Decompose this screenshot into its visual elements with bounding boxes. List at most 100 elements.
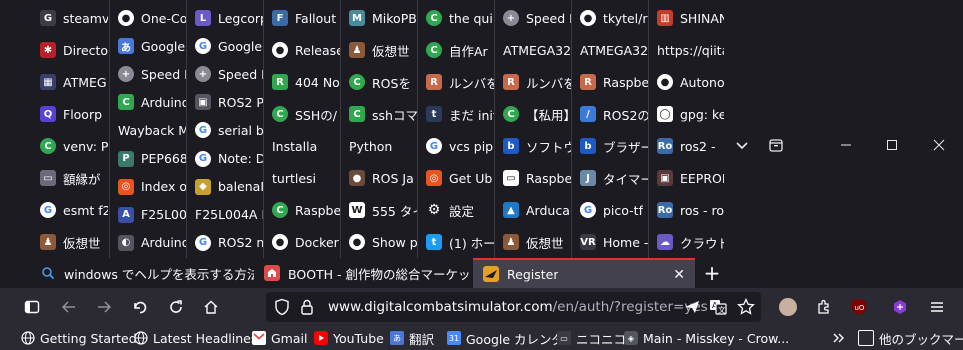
bookmark-item[interactable]: ♟ 仮想世: [503, 227, 571, 257]
bookmark-niconico[interactable]: ▭ ニコニコ: [557, 328, 626, 348]
address-bar[interactable]: www.digitalcombatsimulator.com/en/auth/?…: [266, 292, 761, 322]
bookmark-item[interactable]: C 【私用】: [503, 99, 571, 129]
new-tab-button[interactable]: +: [698, 260, 726, 286]
bookmark-item[interactable]: F25L004A P: [195, 200, 263, 230]
bookmark-item[interactable]: ♟ 仮想世: [349, 35, 417, 65]
bookmark-item[interactable]: t まだ init: [426, 99, 494, 129]
bookmark-youtube[interactable]: YouTube: [314, 328, 384, 348]
bookmark-item[interactable]: + Speed D: [195, 59, 263, 89]
bookmark-item[interactable]: ▭ 額縁が: [40, 163, 108, 193]
bookmark-item[interactable]: b ソフトウ: [503, 131, 571, 161]
bookmark-item[interactable]: G Note: D: [195, 144, 263, 174]
sidebar-toggle-icon[interactable]: [18, 294, 46, 320]
tab-windows-help[interactable]: windows でヘルプを表示する方法 - Ч: [30, 258, 254, 288]
bookmark-item[interactable]: ● Autono: [657, 67, 724, 97]
bookmark-item[interactable]: R 404 No: [272, 67, 340, 97]
bookmark-item[interactable]: VR Home -: [580, 227, 648, 257]
bookmark-item[interactable]: W 555 タイ: [349, 195, 417, 225]
bookmark-item[interactable]: Wayback M: [118, 115, 186, 145]
bookmark-item[interactable]: R ルンバを: [426, 67, 494, 97]
minimize-button[interactable]: [826, 128, 866, 162]
account-avatar[interactable]: [774, 294, 802, 320]
bookmark-item[interactable]: C ROSを: [349, 67, 417, 97]
bookmark-item[interactable]: b ブラザー: [580, 131, 648, 161]
bookmark-item[interactable]: ◎ Index o: [118, 172, 186, 202]
bookmark-item[interactable]: ▥ SHINAN: [657, 3, 724, 33]
bookmark-item[interactable]: ▭ Raspbe: [503, 163, 571, 193]
close-window-button[interactable]: [919, 128, 959, 162]
bookmark-item[interactable]: ● tkytel/r: [580, 3, 648, 33]
bookmark-item[interactable]: ● ROS Ja: [349, 163, 417, 193]
bookmark-item[interactable]: + Speed D: [118, 59, 186, 89]
bookmark-item[interactable]: ⚙ 設定: [426, 195, 494, 225]
bookmark-item[interactable]: M MikoPB: [349, 3, 417, 33]
bookmark-item[interactable]: ▦ ATMEG: [40, 67, 108, 97]
bookmarks-overflow-chevron-icon[interactable]: [832, 328, 846, 348]
bookmark-latest-headlines[interactable]: Latest Headlines: [134, 328, 257, 348]
bookmark-item[interactable]: ● One-Co: [118, 3, 186, 33]
forward-icon[interactable]: [90, 294, 118, 320]
bookmark-item[interactable]: / ROS2の: [580, 99, 648, 129]
bookmark-item[interactable]: t (1) ホー: [426, 227, 494, 257]
bookmark-item[interactable]: J タイマー: [580, 163, 648, 193]
bookmark-item[interactable]: Cvenv: P: [40, 131, 108, 161]
bookmark-item[interactable]: ◐ Arduino: [118, 228, 186, 258]
bookmark-item[interactable]: R ルンバを: [503, 67, 571, 97]
bookmark-item[interactable]: ◯ gpg: ke: [657, 99, 724, 129]
tab-register[interactable]: Register ✕: [473, 258, 695, 288]
bookmark-translate[interactable]: あ 翻訳: [390, 328, 434, 348]
bookmark-item[interactable]: F Fallout: [272, 3, 340, 33]
bookmark-item[interactable]: ◎ Get Ub: [426, 163, 494, 193]
bookmark-item[interactable]: ATMEGA32: [580, 35, 648, 65]
reload-icon[interactable]: [162, 294, 190, 320]
ublock-icon[interactable]: uO: [845, 294, 873, 320]
bookmark-item[interactable]: ● Show p: [349, 227, 417, 257]
bookmark-item[interactable]: Cthe qui: [426, 3, 494, 33]
bookmark-item[interactable]: Ro ros2 -: [657, 131, 724, 161]
bookmark-item[interactable]: Python: [349, 131, 417, 161]
send-icon[interactable]: [683, 298, 701, 320]
bookmark-item[interactable]: あ Google: [118, 31, 186, 61]
bookmark-misskey[interactable]: ◈ Main - Misskey - Crow...: [624, 328, 789, 348]
bookmark-item[interactable]: Gvcs pip: [426, 131, 494, 161]
bookmark-item[interactable]: Ro ros - ro: [657, 195, 724, 225]
bookmark-item[interactable]: C Raspbe: [272, 195, 340, 225]
bookmark-item[interactable]: G ROS2 n: [195, 228, 263, 258]
bookmark-item[interactable]: ▣ EEPROI: [657, 163, 724, 193]
bookmark-item[interactable]: Csshコマ: [349, 99, 417, 129]
app-menu-icon[interactable]: [923, 294, 951, 320]
bookmark-item[interactable]: ▣ ROS2 P: [195, 87, 263, 117]
tab-booth[interactable]: BOOTH - 創作物の総合マーケット: [254, 258, 472, 288]
bookmark-item[interactable]: Gsteamv: [40, 3, 108, 33]
bookmark-item[interactable]: Gpico-tf: [580, 195, 648, 225]
bookmark-item[interactable]: ● Release: [272, 35, 340, 65]
bookmark-item[interactable]: G Google: [195, 31, 263, 61]
undo-close-tab-icon[interactable]: [126, 294, 154, 320]
bookmark-item[interactable]: C Arduino: [118, 87, 186, 117]
bookmark-item[interactable]: Installa: [272, 131, 340, 161]
bookmark-item[interactable]: ATMEGA32: [503, 35, 571, 65]
back-icon[interactable]: [55, 294, 83, 320]
bookmark-getting-started[interactable]: Getting Started: [21, 328, 137, 348]
bookmark-google-calendar[interactable]: 31 Google カレンダ: [447, 328, 564, 348]
extension-hex-icon[interactable]: [886, 294, 914, 320]
shield-icon[interactable]: [274, 298, 290, 320]
extensions-icon[interactable]: [810, 294, 838, 320]
url-text[interactable]: www.digitalcombatsimulator.com/en/auth/?…: [328, 299, 708, 315]
bookmark-item[interactable]: A F25L00: [118, 200, 186, 230]
bookmark-item[interactable]: Q Floorp: [40, 99, 108, 129]
bookmark-item[interactable]: ✱ Directo: [40, 35, 108, 65]
close-tab-icon[interactable]: ✕: [673, 267, 685, 283]
bookmark-star-icon[interactable]: [737, 297, 755, 320]
firefox-view-icon[interactable]: [756, 128, 796, 162]
bookmark-item[interactable]: L Legcorp: [195, 3, 263, 33]
home-icon[interactable]: [197, 294, 225, 320]
bookmark-item[interactable]: https://qiita.: [657, 35, 724, 65]
bookmark-item[interactable]: ♟ 仮想世: [40, 227, 108, 257]
lock-icon[interactable]: [300, 298, 314, 320]
bookmark-item[interactable]: Gesmt f2: [40, 195, 108, 225]
bookmark-gmail[interactable]: Gmail: [252, 328, 307, 348]
bookmark-item[interactable]: R Raspbe: [580, 67, 648, 97]
bookmark-item[interactable]: ◆ balenaE: [195, 172, 263, 202]
translate-page-icon[interactable]: A文: [709, 298, 727, 320]
